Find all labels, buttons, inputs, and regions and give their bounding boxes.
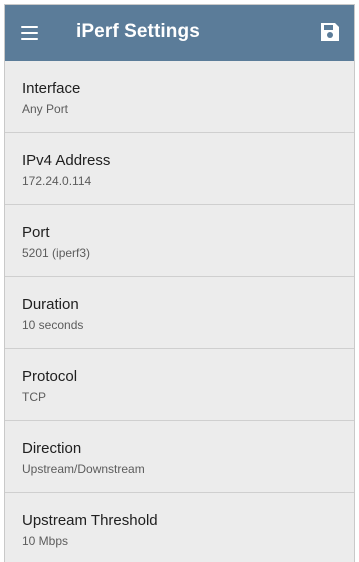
menu-line bbox=[21, 38, 38, 40]
settings-list: Interface Any Port IPv4 Address 172.24.0… bbox=[5, 61, 354, 562]
setting-value: TCP bbox=[22, 390, 46, 404]
app-bar: iPerf Settings bbox=[5, 5, 354, 61]
setting-label: Port bbox=[22, 224, 50, 241]
setting-value: 172.24.0.114 bbox=[22, 174, 92, 188]
setting-ipv4-address[interactable]: IPv4 Address 172.24.0.114 bbox=[5, 133, 354, 205]
page-title: iPerf Settings bbox=[76, 21, 200, 42]
setting-value: 10 Mbps bbox=[22, 534, 69, 548]
setting-value: 10 seconds bbox=[22, 318, 84, 332]
setting-value: 5201 (iperf3) bbox=[22, 246, 91, 260]
setting-label: Interface bbox=[22, 80, 81, 97]
setting-label: Direction bbox=[22, 440, 82, 457]
menu-line bbox=[21, 32, 38, 34]
setting-duration[interactable]: Duration 10 seconds bbox=[5, 277, 354, 349]
setting-label: IPv4 Address bbox=[22, 152, 111, 169]
setting-label: Upstream Threshold bbox=[22, 512, 158, 529]
setting-label: Duration bbox=[22, 296, 79, 313]
hamburger-menu-icon[interactable] bbox=[19, 23, 41, 43]
setting-value: Upstream/Downstream bbox=[22, 462, 145, 476]
app-frame: iPerf Settings Interface Any Port IPv4 A… bbox=[4, 4, 355, 562]
setting-value: Any Port bbox=[22, 102, 69, 116]
setting-protocol[interactable]: Protocol TCP bbox=[5, 349, 354, 421]
setting-interface[interactable]: Interface Any Port bbox=[5, 61, 354, 133]
floppy-disk-icon bbox=[321, 23, 339, 41]
menu-line bbox=[21, 26, 38, 28]
setting-label: Protocol bbox=[22, 368, 78, 385]
save-icon[interactable] bbox=[319, 21, 341, 43]
setting-port[interactable]: Port 5201 (iperf3) bbox=[5, 205, 354, 277]
setting-direction[interactable]: Direction Upstream/Downstream bbox=[5, 421, 354, 493]
setting-upstream-threshold[interactable]: Upstream Threshold 10 Mbps bbox=[5, 493, 354, 562]
